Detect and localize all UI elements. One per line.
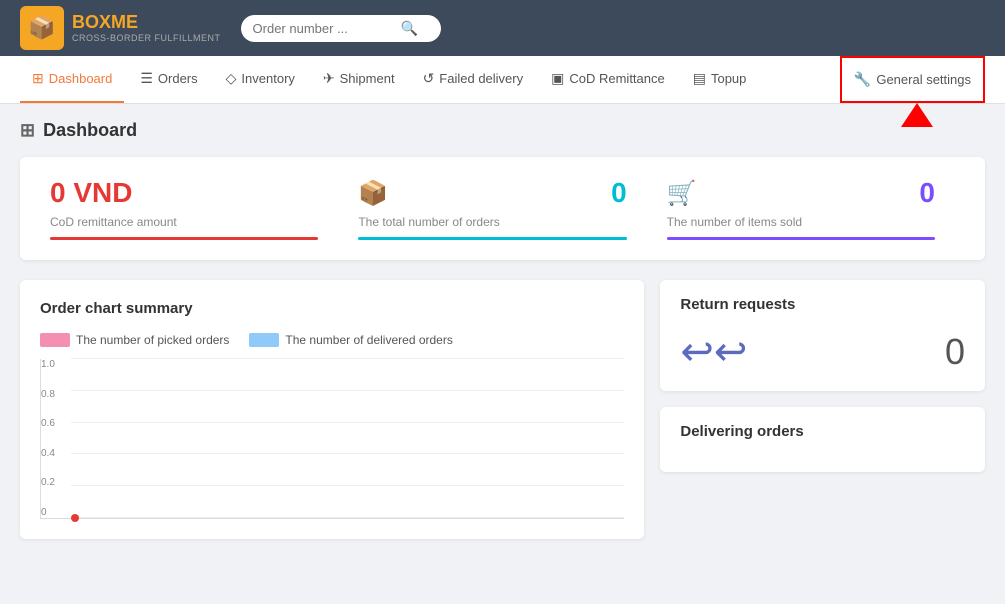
stat-orders-icon: 📦 [358, 179, 388, 208]
arrow-head [901, 103, 933, 127]
nav-item-failed-delivery[interactable]: ↺ Failed delivery [411, 56, 536, 103]
gridline-100 [71, 358, 624, 359]
gridline-60 [71, 422, 624, 423]
nav-container: ⊞ Dashboard ☰ Orders ◇ Inventory ✈ Shipm… [0, 56, 1005, 104]
stat-cod-value: 0 VND [50, 177, 132, 209]
legend-delivered: The number of delivered orders [249, 333, 452, 347]
return-requests-card: Return requests ↩↩ 0 [660, 280, 985, 391]
search-input[interactable] [253, 21, 393, 36]
chart-card: Order chart summary The number of picked… [20, 280, 644, 539]
delivering-orders-card: Delivering orders [660, 407, 985, 472]
logo-icon: 📦 [20, 6, 64, 50]
gridline-0 [71, 517, 624, 518]
chart-legend: The number of picked orders The number o… [40, 333, 624, 347]
chart-area: 0 0.2 0.4 0.6 0.8 1.0 [40, 359, 624, 519]
y-label-06: 0.6 [41, 418, 55, 429]
failed-delivery-icon: ↺ [423, 70, 435, 87]
stat-items-value-row: 🛒 0 [667, 177, 935, 209]
logo-sub: CROSS-BORDER FULFILLMENT [72, 33, 221, 43]
page-title-row: ⊞ Dashboard [20, 120, 985, 141]
nav: ⊞ Dashboard ☰ Orders ◇ Inventory ✈ Shipm… [0, 56, 1005, 104]
y-label-10: 1.0 [41, 359, 55, 370]
chart-y-labels: 0 0.2 0.4 0.6 0.8 1.0 [41, 359, 55, 518]
dashboard-icon: ⊞ [32, 70, 44, 87]
shipment-icon: ✈ [323, 70, 335, 87]
stat-items: 🛒 0 The number of items sold [647, 177, 955, 240]
return-requests-value: 0 [945, 331, 965, 373]
legend-delivered-box [249, 333, 279, 347]
nav-item-orders[interactable]: ☰ Orders [128, 56, 209, 103]
topup-icon: ▤ [693, 70, 706, 87]
chart-gridlines [71, 359, 624, 518]
nav-item-topup[interactable]: ▤ Topup [681, 56, 759, 103]
gridline-40 [71, 453, 624, 454]
stat-orders-value: 0 [611, 177, 627, 209]
chart-dot [71, 514, 79, 522]
y-label-02: 0.2 [41, 477, 55, 488]
return-requests-content: ↩↩ 0 [680, 329, 965, 375]
stat-cod: 0 VND CoD remittance amount [50, 177, 338, 240]
gridline-20 [71, 485, 624, 486]
nav-item-general-settings[interactable]: 🔧 General settings [840, 56, 985, 103]
legend-picked-label: The number of picked orders [76, 333, 229, 347]
delivering-orders-title: Delivering orders [680, 423, 965, 440]
gridline-80 [71, 390, 624, 391]
logo-text-block: BOXME CROSS-BORDER FULFILLMENT [72, 13, 221, 43]
page-title: Dashboard [43, 120, 137, 141]
stat-cod-value-row: 0 VND [50, 177, 318, 209]
legend-delivered-label: The number of delivered orders [285, 333, 452, 347]
inventory-icon: ◇ [226, 70, 237, 87]
nav-item-inventory[interactable]: ◇ Inventory [214, 56, 307, 103]
stat-items-label: The number of items sold [667, 215, 935, 229]
main-content: ⊞ Dashboard 0 VND CoD remittance amount … [0, 104, 1005, 555]
stats-card: 0 VND CoD remittance amount 📦 0 The tota… [20, 157, 985, 260]
header: 📦 BOXME CROSS-BORDER FULFILLMENT 🔍 [0, 0, 1005, 56]
search-icon: 🔍 [401, 20, 418, 37]
legend-picked: The number of picked orders [40, 333, 229, 347]
return-requests-title: Return requests [680, 296, 965, 313]
bottom-row: Order chart summary The number of picked… [20, 280, 985, 539]
y-label-0: 0 [41, 507, 55, 518]
return-icon: ↩↩ [680, 329, 747, 375]
stat-items-icon: 🛒 [667, 179, 697, 208]
logo-text: BOXME [72, 13, 221, 33]
cod-remittance-icon: ▣ [551, 70, 564, 87]
page-title-icon: ⊞ [20, 120, 35, 141]
stat-items-divider [667, 237, 935, 240]
stat-orders-label: The total number of orders [358, 215, 626, 229]
stat-items-value: 0 [919, 177, 935, 209]
y-label-08: 0.8 [41, 389, 55, 400]
stat-orders-value-row: 📦 0 [358, 177, 626, 209]
legend-picked-box [40, 333, 70, 347]
stat-cod-divider [50, 237, 318, 240]
stat-orders-divider [358, 237, 626, 240]
right-cards: Return requests ↩↩ 0 Delivering orders [660, 280, 985, 539]
stat-cod-label: CoD remittance amount [50, 215, 318, 229]
orders-icon: ☰ [140, 70, 153, 87]
chart-title: Order chart summary [40, 300, 624, 317]
search-bar[interactable]: 🔍 [241, 15, 441, 42]
nav-item-dashboard[interactable]: ⊞ Dashboard [20, 56, 124, 103]
nav-item-shipment[interactable]: ✈ Shipment [311, 56, 407, 103]
stat-orders: 📦 0 The total number of orders [338, 177, 646, 240]
y-label-04: 0.4 [41, 448, 55, 459]
logo-area: 📦 BOXME CROSS-BORDER FULFILLMENT [20, 6, 221, 50]
nav-item-cod-remittance[interactable]: ▣ CoD Remittance [539, 56, 677, 103]
general-settings-icon: 🔧 [854, 71, 871, 88]
